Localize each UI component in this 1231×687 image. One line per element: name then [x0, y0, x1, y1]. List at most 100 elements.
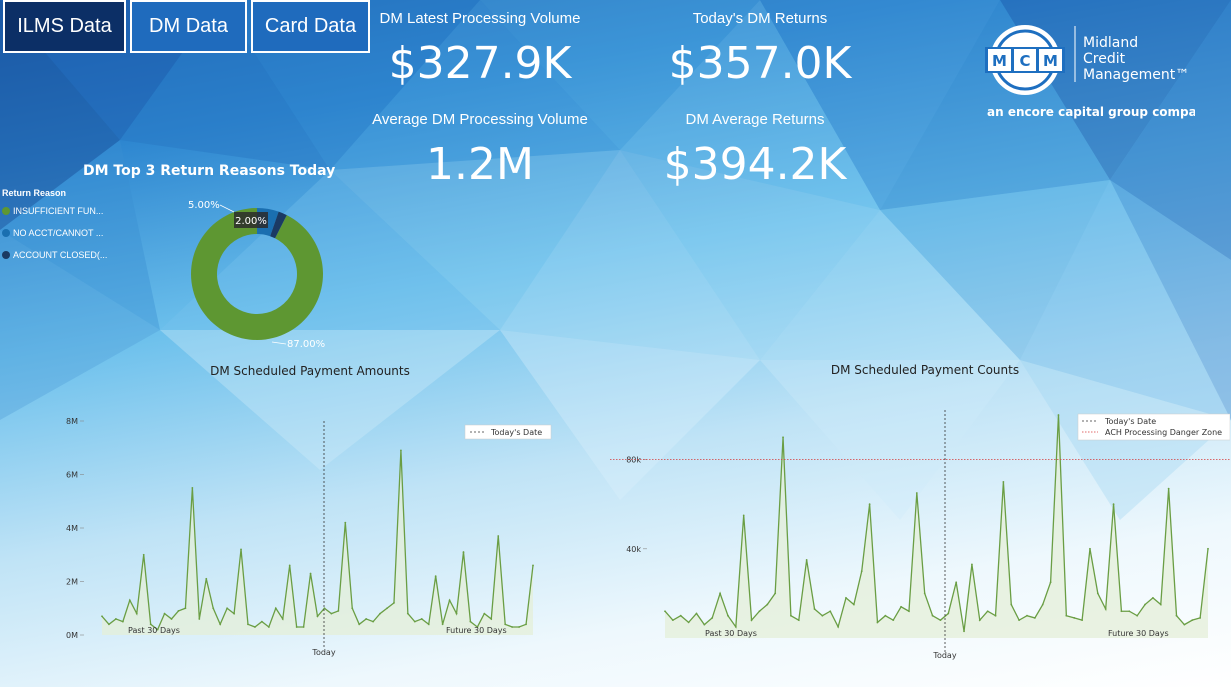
y-tick-label: 8M — [66, 417, 78, 426]
data-point — [1081, 619, 1083, 622]
data-point — [1073, 617, 1076, 619]
data-point — [790, 614, 792, 617]
legend-label-no-acct: NO ACCT/CANNOT ... — [13, 228, 104, 238]
todays-returns-label: Today's DM Returns — [692, 10, 828, 27]
data-point — [427, 623, 430, 626]
data-point — [108, 623, 110, 626]
legend-label-today: Today's Date — [490, 428, 542, 437]
data-point — [900, 605, 902, 608]
data-point — [947, 612, 950, 615]
data-point — [782, 436, 784, 439]
series-line — [101, 450, 534, 631]
data-point — [971, 563, 973, 566]
data-point — [420, 618, 423, 620]
data-point — [923, 592, 926, 595]
data-point — [309, 572, 312, 575]
amounts-chart-title: DM Scheduled Payment Amounts — [210, 364, 410, 378]
data-point — [260, 620, 263, 623]
data-point — [337, 610, 340, 612]
data-point — [1002, 481, 1005, 483]
data-point — [860, 570, 863, 572]
data-point — [1152, 596, 1154, 599]
counts-chart: 40k 80k Past 30 Days Future 30 Days Today Tod… — [610, 410, 1230, 660]
legend-item-insufficient[interactable]: INSUFFICIENT FUN... — [2, 206, 103, 216]
data-point — [1144, 603, 1146, 606]
data-point — [931, 614, 934, 617]
data-point — [351, 607, 354, 610]
data-point — [379, 612, 381, 615]
x-label-today: Today — [311, 648, 335, 657]
data-point — [128, 599, 131, 602]
data-point — [497, 535, 500, 537]
avg-returns-label: DM Average Returns — [685, 111, 825, 128]
data-point — [734, 625, 737, 628]
data-point — [302, 626, 305, 628]
data-point — [805, 559, 808, 561]
tab-dm-data[interactable]: DM Data — [130, 0, 247, 53]
series-area — [102, 450, 533, 635]
data-point — [267, 626, 270, 628]
logo-mark-c: C — [1019, 52, 1030, 70]
logo-line1: Midland — [1083, 35, 1138, 51]
data-point — [184, 607, 187, 610]
data-point — [813, 608, 816, 610]
data-point — [1033, 617, 1036, 619]
logo-line2: Credit — [1083, 51, 1126, 67]
data-point — [1041, 603, 1044, 606]
data-point — [135, 612, 138, 615]
data-point — [687, 621, 690, 624]
logo-mark-m2: M — [1043, 52, 1058, 70]
data-point — [490, 618, 493, 620]
data-point — [281, 618, 284, 620]
data-point — [1096, 592, 1099, 595]
x-label-past: Past 30 Days — [705, 629, 757, 638]
data-point — [758, 610, 761, 613]
data-point — [1104, 608, 1107, 610]
legend-item-account-closed[interactable]: ACCOUNT CLOSED(... — [2, 250, 107, 260]
data-point — [198, 618, 201, 620]
legend-item-no-acct[interactable]: NO ACCT/CANNOT ... — [2, 228, 103, 238]
x-label-today: Today — [932, 651, 956, 660]
data-point — [115, 618, 117, 620]
data-point — [406, 612, 409, 615]
data-point — [986, 610, 989, 613]
donut-leader-insufficient — [271, 341, 287, 345]
latest-volume-label: DM Latest Processing Volume — [379, 10, 581, 27]
data-point — [205, 577, 208, 580]
data-point — [254, 626, 256, 628]
logo-tagline: an encore capital group company — [987, 105, 1195, 119]
data-point — [441, 623, 444, 626]
data-point — [413, 620, 416, 623]
data-point — [233, 612, 235, 615]
tab-card-data[interactable]: Card Data — [251, 0, 370, 53]
data-point — [386, 607, 388, 610]
data-point — [1010, 603, 1013, 606]
data-point — [868, 503, 871, 506]
data-point — [469, 620, 472, 623]
x-label-past: Past 30 Days — [128, 626, 180, 635]
tab-ilms-data[interactable]: ILMS Data — [3, 0, 126, 53]
donut-leader-no-acct — [219, 204, 235, 213]
data-point — [344, 521, 347, 524]
data-point — [483, 612, 486, 615]
data-point — [892, 619, 895, 622]
data-point — [434, 575, 437, 578]
legend-label-account-closed: ACCOUNT CLOSED(... — [13, 250, 108, 260]
data-point — [149, 623, 152, 626]
data-point — [1207, 547, 1209, 550]
logo-mark-m1: M — [992, 52, 1007, 70]
data-point — [393, 602, 395, 604]
data-point — [837, 625, 840, 628]
data-point — [1167, 487, 1170, 490]
data-point — [177, 610, 180, 612]
data-point — [372, 620, 375, 623]
data-point — [679, 614, 682, 617]
data-point — [247, 623, 249, 626]
data-point — [664, 610, 666, 613]
data-point — [525, 623, 527, 626]
data-point — [504, 623, 507, 626]
amounts-chart: 0M 2M 4M 6M 8M Past 30 Days Future 30 Days Toda… — [66, 417, 552, 657]
y-tick-label: 40k — [626, 545, 641, 554]
data-point — [1112, 503, 1115, 506]
data-point — [455, 612, 458, 615]
